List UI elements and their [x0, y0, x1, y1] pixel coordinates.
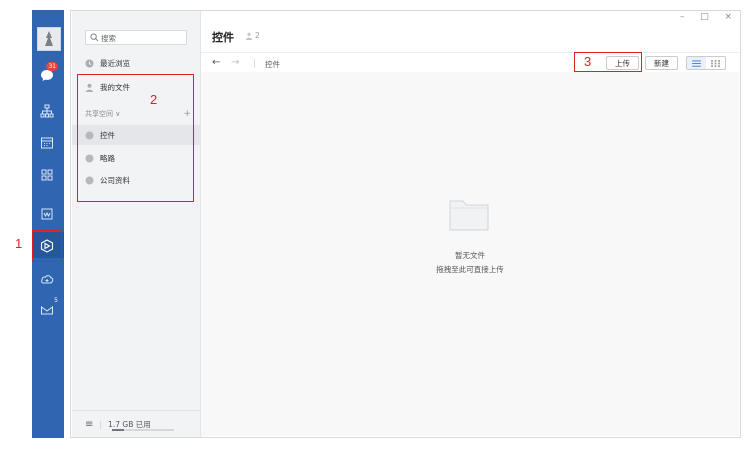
grid-icon	[711, 59, 720, 67]
clock-icon	[85, 59, 94, 68]
empty-folder-icon	[449, 197, 489, 231]
sidebar-footer: ≡ | 1.7 GB 已用	[72, 410, 200, 437]
annotation-number-1: 1	[15, 236, 23, 251]
storage-bar-fill	[112, 429, 125, 431]
list-view-button[interactable]	[687, 57, 706, 69]
toolbar-divider	[201, 52, 739, 53]
divider: |	[99, 419, 103, 429]
unread-badge: 31	[46, 62, 58, 71]
mail-badge: 5	[54, 297, 58, 304]
close-button[interactable]: ×	[724, 12, 732, 22]
members-icon	[245, 32, 253, 40]
sidebar-item-recent[interactable]: 最近浏览	[72, 53, 200, 73]
calendar-icon[interactable]	[39, 136, 55, 150]
apps-grid-icon[interactable]	[39, 168, 55, 182]
member-count-value: 2	[255, 31, 260, 40]
storage-used: 1.7 GB 已用	[108, 419, 151, 429]
annotation-number-3: 3	[584, 54, 592, 69]
doc-icon[interactable]	[39, 207, 55, 221]
breadcrumb[interactable]: 控件	[265, 59, 280, 70]
annotation-box-2	[77, 74, 194, 202]
page-title: 控件	[212, 31, 234, 44]
empty-hint: 拖拽至此可直接上传	[436, 265, 504, 274]
divider	[254, 59, 255, 68]
window-controls: – □ ×	[680, 12, 732, 22]
back-arrow-icon[interactable]: ←	[212, 57, 220, 68]
annotation-number-2: 2	[150, 92, 158, 107]
forward-arrow-icon[interactable]: →	[231, 57, 239, 68]
mail-icon[interactable]: 5	[39, 297, 58, 316]
member-count[interactable]: 2	[245, 31, 260, 40]
list-icon	[692, 59, 701, 67]
new-button[interactable]: 新建	[645, 56, 678, 70]
org-chart-icon[interactable]	[39, 104, 55, 118]
search-input[interactable]: 搜索	[85, 30, 187, 45]
annotation-box-1	[32, 230, 62, 262]
cloud-icon[interactable]	[39, 272, 55, 286]
app-rail: 31 5	[32, 10, 64, 438]
search-icon	[90, 33, 100, 43]
user-avatar[interactable]	[37, 27, 61, 51]
search-placeholder: 搜索	[101, 34, 116, 43]
maximize-button[interactable]: □	[700, 12, 709, 22]
minimize-button[interactable]: –	[680, 12, 685, 22]
grid-view-button[interactable]	[706, 57, 725, 69]
storage-bar	[112, 429, 174, 431]
chat-icon[interactable]: 31	[39, 62, 58, 82]
menu-icon[interactable]: ≡	[85, 419, 93, 430]
sidebar-item-label: 最近浏览	[100, 58, 130, 68]
view-toggle	[686, 56, 726, 70]
empty-title: 暂无文件	[455, 251, 485, 260]
